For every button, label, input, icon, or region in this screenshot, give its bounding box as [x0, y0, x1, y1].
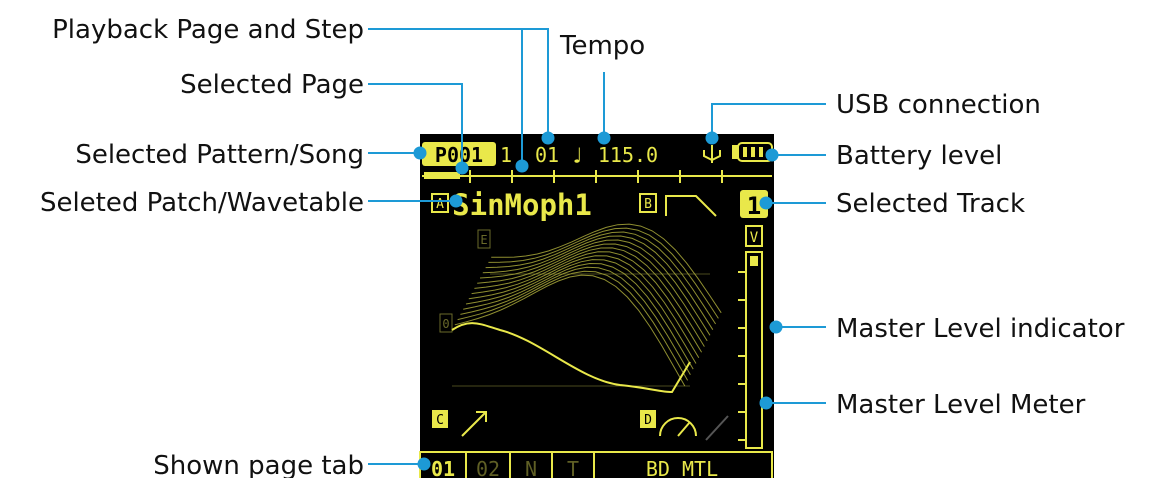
tab-01[interactable]: 01 — [431, 457, 455, 478]
label-battery-level: Battery level — [836, 141, 1002, 171]
dot-pattern — [413, 146, 427, 160]
page-text: 1 — [500, 143, 512, 167]
annotated-screen-diagram: P001 1 01 ♩ 115.0 A SinMoph1 B 1 E 0 V C… — [40, 15, 1125, 478]
label-tempo: Tempo — [559, 31, 645, 61]
tempo-text: 115.0 — [598, 143, 658, 167]
dot-patch — [449, 194, 463, 208]
dot-playback-page — [515, 159, 529, 173]
slot-d-label: D — [644, 413, 652, 428]
tab-track-name[interactable]: BD MTL — [646, 457, 718, 478]
axis-0-label: 0 — [442, 317, 449, 331]
patch-name: SinMoph1 — [452, 188, 592, 222]
slot-a-label: A — [436, 197, 444, 212]
label-selected-track: Selected Track — [836, 189, 1025, 219]
label-selected-pattern-song: Selected Pattern/Song — [75, 140, 364, 170]
tab-t[interactable]: T — [567, 457, 579, 478]
tab-n[interactable]: N — [525, 457, 537, 478]
dot-selected-page — [455, 161, 469, 175]
dot-level-indicator — [769, 320, 783, 334]
axis-e-label: E — [480, 233, 487, 247]
label-master-level-indicator: Master Level indicator — [836, 314, 1125, 344]
screen-background — [420, 134, 774, 478]
leader-playback-step — [522, 28, 549, 138]
track-number: 1 — [747, 192, 761, 220]
dot-battery — [765, 148, 779, 162]
leader-usb — [711, 103, 826, 138]
meter-label: V — [750, 230, 759, 246]
label-selected-patch: Seleted Patch/Wavetable — [40, 188, 364, 218]
note-icon: ♩ — [570, 144, 583, 169]
dot-page-tab — [417, 457, 431, 471]
label-playback-page-step: Playback Page and Step — [52, 15, 364, 45]
slot-c-label: C — [436, 413, 444, 428]
step-text: 01 — [535, 143, 559, 167]
label-master-level-meter: Master Level Meter — [836, 390, 1086, 420]
label-selected-page: Selected Page — [180, 70, 364, 100]
dot-usb — [705, 131, 719, 145]
dot-track — [759, 196, 773, 210]
dot-level-meter — [759, 396, 773, 410]
slot-b-label: B — [644, 197, 652, 212]
dot-playback-step — [541, 131, 555, 145]
label-shown-page-tab: Shown page tab — [153, 451, 364, 478]
dot-tempo — [597, 131, 611, 145]
label-usb-connection: USB connection — [836, 90, 1041, 120]
tab-02[interactable]: 02 — [476, 457, 500, 478]
device-screen: P001 1 01 ♩ 115.0 A SinMoph1 B 1 E 0 V C… — [419, 134, 774, 478]
